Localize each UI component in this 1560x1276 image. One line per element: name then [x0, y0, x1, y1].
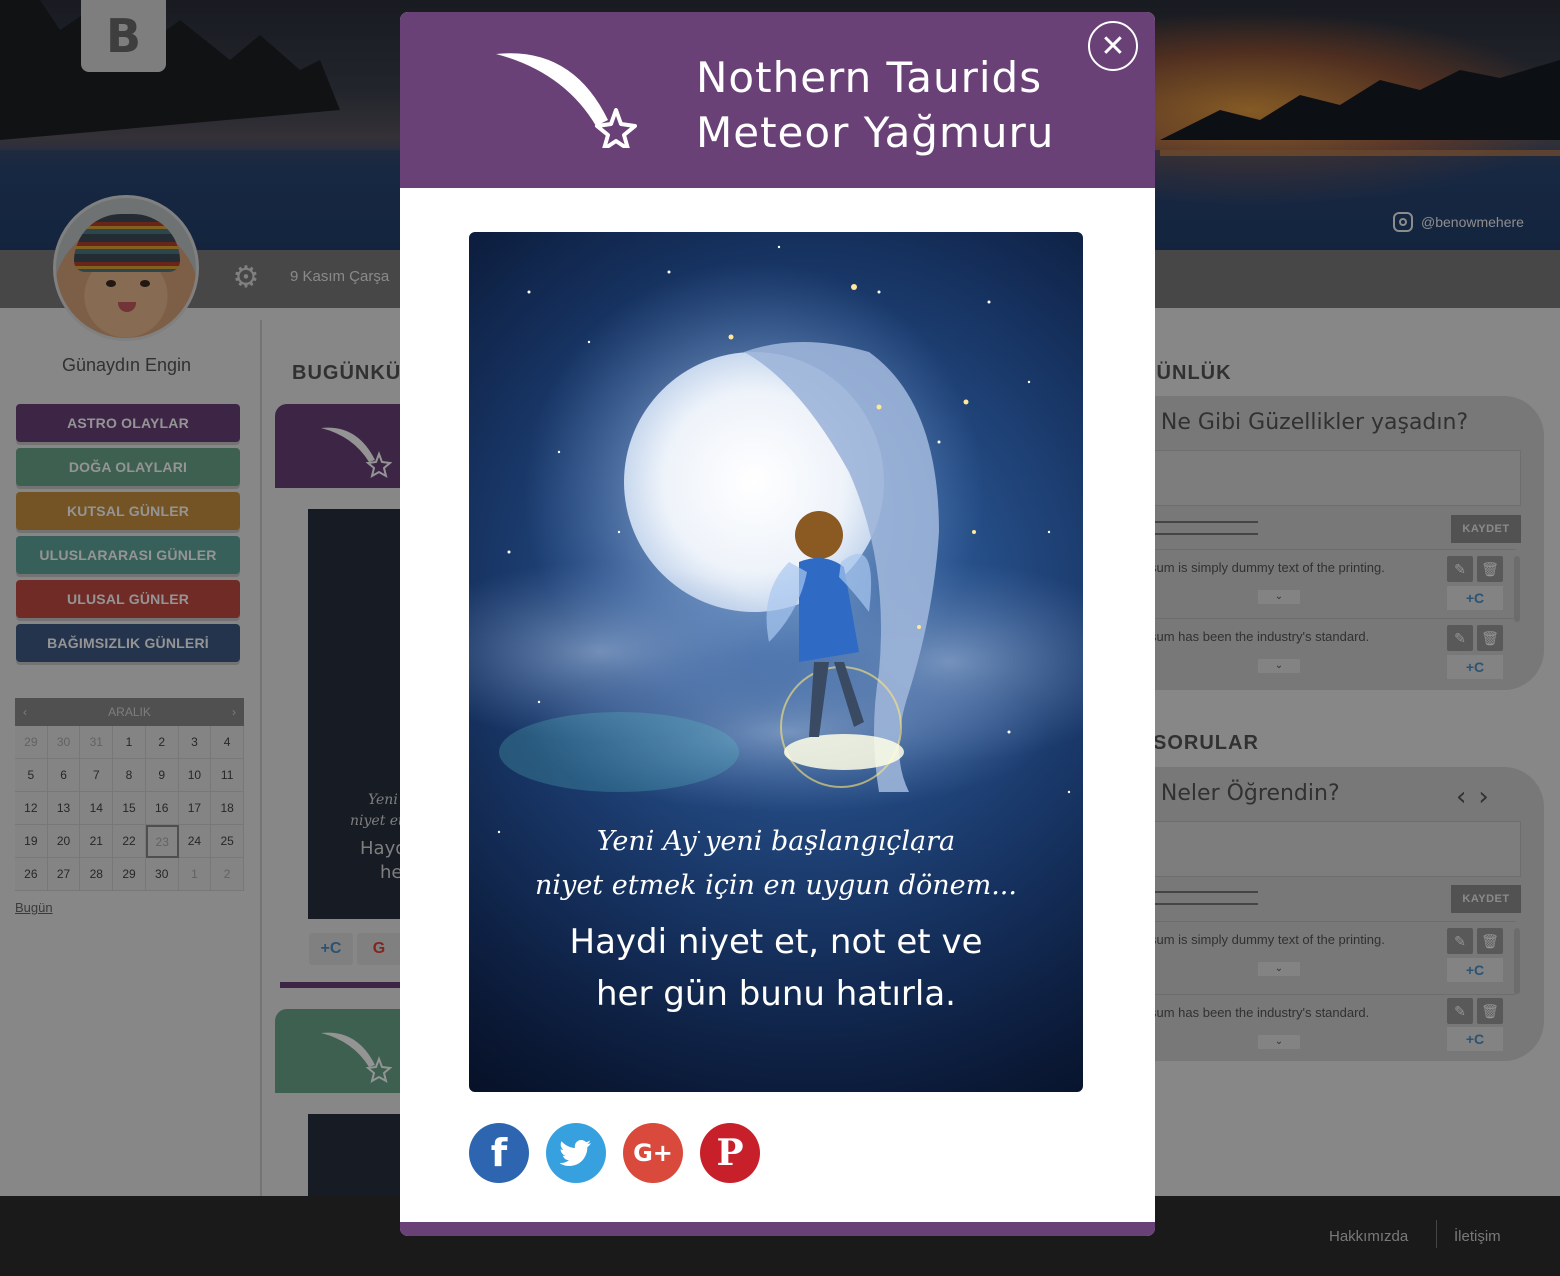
modal-title-line1: Nothern Taurids	[696, 53, 1043, 102]
pinterest-icon: P	[716, 1132, 744, 1174]
facebook-icon: f	[490, 1131, 508, 1175]
close-button[interactable]: ✕	[1088, 21, 1138, 71]
modal-title: Nothern Taurids Meteor Yağmuru	[696, 50, 1054, 160]
fairy-moon-illustration	[469, 245, 1083, 854]
event-poster: Yeni Ay yeni başlangıçlara niyet etmek i…	[469, 232, 1083, 1092]
twitter-icon	[560, 1140, 591, 1166]
poster-text-line4: her gün bunu hatırla.	[595, 974, 956, 1014]
google-plus-icon: G+	[633, 1139, 673, 1167]
twitter-share-button[interactable]	[546, 1123, 606, 1183]
pinterest-share-button[interactable]: P	[700, 1123, 760, 1183]
event-modal: Nothern Taurids Meteor Yağmuru ✕ Yeni Ay…	[400, 12, 1155, 1236]
shooting-star-icon	[496, 53, 637, 148]
modal-header: Nothern Taurids Meteor Yağmuru ✕	[400, 12, 1155, 188]
poster-text-line2: niyet etmek için en uygun dönem...	[535, 870, 1017, 901]
modal-footer-bar	[400, 1222, 1155, 1236]
poster-text-line3: Haydi niyet et, not et ve	[569, 922, 983, 962]
poster-text-line1: Yeni Ay yeni başlangıçlara	[596, 826, 956, 857]
facebook-share-button[interactable]: f	[469, 1123, 529, 1183]
google-plus-share-button[interactable]: G+	[623, 1123, 683, 1183]
close-icon: ✕	[1100, 28, 1126, 64]
modal-title-line2: Meteor Yağmuru	[696, 108, 1055, 157]
